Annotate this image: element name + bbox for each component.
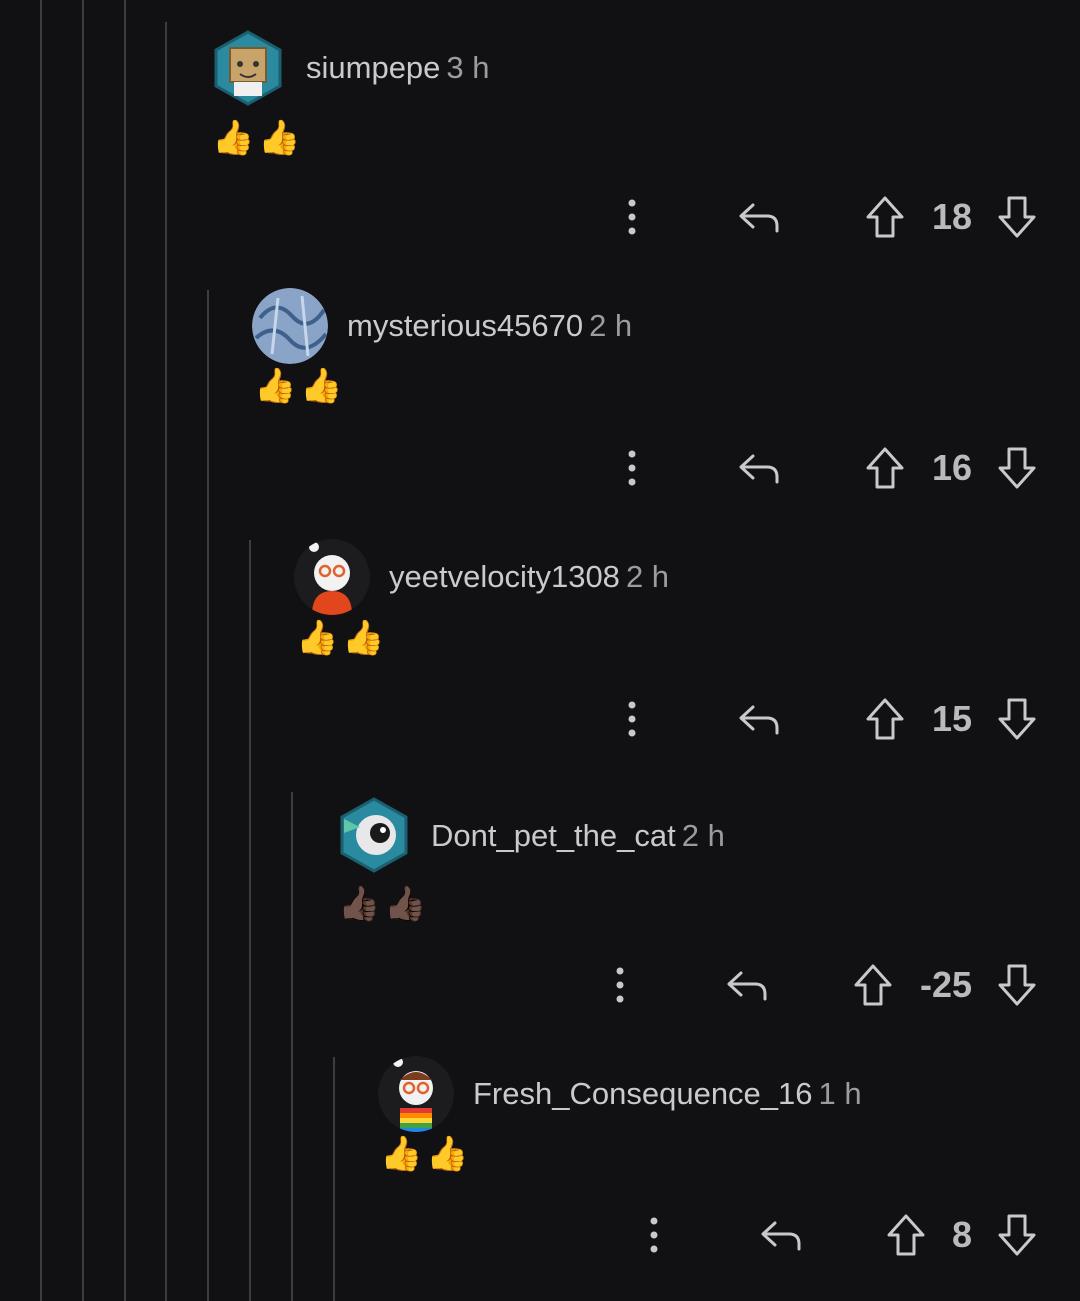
username[interactable]: siumpepe bbox=[306, 50, 440, 85]
comment-body: 👍👍 bbox=[212, 119, 305, 157]
timestamp: 2 h bbox=[589, 308, 633, 343]
reply-icon[interactable] bbox=[737, 445, 783, 491]
comment-actions: 16 bbox=[0, 445, 1080, 491]
upvote-icon[interactable] bbox=[852, 962, 894, 1008]
vote-score: 18 bbox=[931, 196, 972, 237]
comment-actions: 8 bbox=[0, 1212, 1080, 1258]
vote-score: 8 bbox=[951, 1214, 972, 1255]
downvote-icon[interactable] bbox=[996, 445, 1038, 491]
comment-actions: -25 bbox=[0, 962, 1080, 1008]
thread-line bbox=[207, 290, 209, 1301]
vote-score: -25 bbox=[919, 964, 972, 1005]
more-icon[interactable] bbox=[613, 962, 627, 1008]
username[interactable]: yeetvelocity1308 bbox=[389, 559, 620, 594]
comment-actions: 15 bbox=[0, 696, 1080, 742]
reply-icon[interactable] bbox=[725, 962, 771, 1008]
username[interactable]: Dont_pet_the_cat bbox=[431, 818, 676, 853]
cardboard-box-snoo-avatar[interactable] bbox=[210, 30, 286, 106]
astronaut-helmet-avatar[interactable] bbox=[336, 797, 412, 873]
snoo-glasses-avatar[interactable] bbox=[294, 539, 370, 615]
comment-body: 👍🏿👍🏿 bbox=[338, 885, 431, 923]
comment-actions: 18 bbox=[0, 194, 1080, 240]
downvote-icon[interactable] bbox=[996, 194, 1038, 240]
thread-line bbox=[333, 1057, 335, 1301]
username[interactable]: mysterious45670 bbox=[347, 308, 583, 343]
username[interactable]: Fresh_Consequence_16 bbox=[473, 1076, 813, 1111]
upvote-icon[interactable] bbox=[885, 1212, 927, 1258]
blue-texture-avatar[interactable] bbox=[252, 288, 328, 364]
upvote-icon[interactable] bbox=[864, 696, 906, 742]
comment-body: 👍👍 bbox=[254, 367, 347, 405]
more-icon[interactable] bbox=[625, 696, 639, 742]
timestamp: 2 h bbox=[681, 818, 725, 853]
more-icon[interactable] bbox=[647, 1212, 661, 1258]
comment-body: 👍👍 bbox=[296, 619, 389, 657]
timestamp: 3 h bbox=[446, 50, 490, 85]
more-icon[interactable] bbox=[625, 194, 639, 240]
reply-icon[interactable] bbox=[759, 1212, 805, 1258]
snoo-rainbow-avatar[interactable] bbox=[378, 1056, 454, 1132]
downvote-icon[interactable] bbox=[996, 696, 1038, 742]
reply-icon[interactable] bbox=[737, 194, 783, 240]
timestamp: 1 h bbox=[818, 1076, 862, 1111]
vote-score: 16 bbox=[931, 447, 972, 488]
more-icon[interactable] bbox=[625, 445, 639, 491]
timestamp: 2 h bbox=[625, 559, 670, 594]
vote-score: 15 bbox=[931, 698, 972, 739]
downvote-icon[interactable] bbox=[996, 1212, 1038, 1258]
upvote-icon[interactable] bbox=[864, 194, 906, 240]
downvote-icon[interactable] bbox=[996, 962, 1038, 1008]
comment-body: 👍👍 bbox=[380, 1135, 473, 1173]
upvote-icon[interactable] bbox=[864, 445, 906, 491]
thread-line bbox=[249, 540, 251, 1301]
reply-icon[interactable] bbox=[737, 696, 783, 742]
